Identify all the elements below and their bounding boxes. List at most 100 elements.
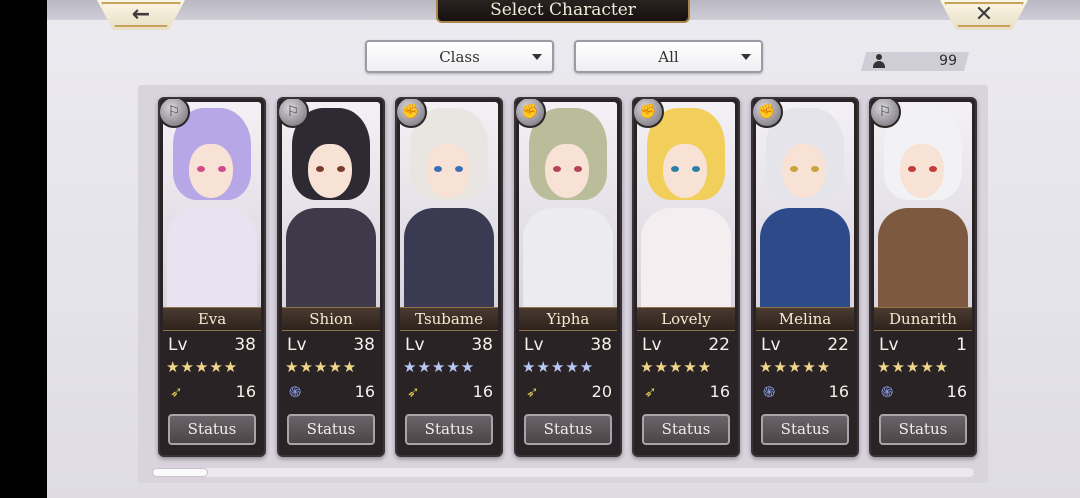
close-icon: ✕ <box>974 1 994 27</box>
status-button[interactable]: Status <box>642 414 730 445</box>
element-row: ֍ 16 <box>877 382 967 402</box>
character-select-screen: ← Select Character ✕ Class All 99 ⚐ Eva … <box>47 0 1080 498</box>
level-label: Lv <box>879 335 899 355</box>
level-value: 38 <box>590 335 612 355</box>
class-emblem-icon: ⚐ <box>160 99 190 128</box>
character-card[interactable]: ⚐ Dunarith Lv 1 ★★★★★ ֍ 16 Status <box>869 97 977 457</box>
portrait-eye <box>908 166 916 172</box>
wind-element-icon: ➶ <box>526 383 539 401</box>
element-value: 20 <box>591 382 612 401</box>
status-button[interactable]: Status <box>879 414 967 445</box>
character-card[interactable]: ✊ Melina Lv 22 ★★★★★ ֍ 16 Status <box>751 97 859 457</box>
back-button[interactable]: ← <box>97 0 185 30</box>
star-rating: ★★★★★ <box>640 358 713 376</box>
element-value: 16 <box>828 382 849 401</box>
level-value: 38 <box>471 335 493 355</box>
close-button[interactable]: ✕ <box>940 0 1028 30</box>
level-row: Lv 1 <box>879 335 967 357</box>
portrait-eye <box>929 166 937 172</box>
wind-element-icon: ➶ <box>407 383 420 401</box>
element-value: 16 <box>354 382 375 401</box>
character-portrait[interactable] <box>400 102 498 308</box>
star-rating: ★★★★★ <box>877 358 950 376</box>
element-value: 16 <box>709 382 730 401</box>
character-portrait[interactable] <box>874 102 972 308</box>
star-rating: ★★★★★ <box>403 358 476 376</box>
portrait-face <box>545 144 589 198</box>
element-row: ➶ 20 <box>522 382 612 402</box>
portrait-body <box>523 208 613 308</box>
portrait-body <box>641 208 731 308</box>
class-filter-dropdown[interactable]: Class <box>365 40 554 73</box>
status-button[interactable]: Status <box>761 414 849 445</box>
all-filter-dropdown[interactable]: All <box>574 40 763 73</box>
element-row: ֍ 16 <box>285 382 375 402</box>
portrait-eye <box>790 166 798 172</box>
character-portrait[interactable] <box>519 102 617 308</box>
star-rating: ★★★★★ <box>285 358 358 376</box>
portrait-body <box>760 208 850 308</box>
status-button[interactable]: Status <box>287 414 375 445</box>
portrait-eye <box>553 166 561 172</box>
scrollbar-thumb[interactable] <box>152 468 208 477</box>
chevron-down-icon <box>532 54 542 60</box>
character-card[interactable]: ✊ Tsubame Lv 38 ★★★★★ ➶ 16 Status <box>395 97 503 457</box>
character-name: Tsubame <box>400 307 498 331</box>
page-title: Select Character <box>436 0 690 23</box>
character-name: Shion <box>282 307 380 331</box>
element-row: ➶ 16 <box>166 382 256 402</box>
character-name: Yipha <box>519 307 617 331</box>
swirl-element-icon: ֍ <box>763 383 776 401</box>
portrait-face <box>663 144 707 198</box>
portrait-face <box>308 144 352 198</box>
level-row: Lv 22 <box>642 335 730 357</box>
portrait-body <box>167 208 257 308</box>
star-rating: ★★★★★ <box>166 358 239 376</box>
portrait-face <box>426 144 470 198</box>
character-portrait[interactable] <box>637 102 735 308</box>
element-row: ➶ 16 <box>403 382 493 402</box>
level-label: Lv <box>168 335 188 355</box>
roster-count-value: 99 <box>939 53 957 69</box>
class-filter-label: Class <box>439 47 480 66</box>
character-name: Dunarith <box>874 307 972 331</box>
level-row: Lv 38 <box>168 335 256 357</box>
portrait-body <box>878 208 968 308</box>
swirl-element-icon: ֍ <box>289 383 302 401</box>
portrait-eye <box>197 166 205 172</box>
class-emblem-icon: ✊ <box>634 99 664 128</box>
portrait-eye <box>337 166 345 172</box>
class-emblem-icon: ✊ <box>397 99 427 128</box>
star-rating: ★★★★★ <box>759 358 832 376</box>
element-row: ➶ 16 <box>640 382 730 402</box>
portrait-face <box>782 144 826 198</box>
level-value: 38 <box>353 335 375 355</box>
portrait-eye <box>671 166 679 172</box>
character-card[interactable]: ⚐ Eva Lv 38 ★★★★★ ➶ 16 Status <box>158 97 266 457</box>
portrait-eye <box>434 166 442 172</box>
wind-element-icon: ➶ <box>170 383 183 401</box>
character-card[interactable]: ⚐ Shion Lv 38 ★★★★★ ֍ 16 Status <box>277 97 385 457</box>
character-card[interactable]: ✊ Yipha Lv 38 ★★★★★ ➶ 20 Status <box>514 97 622 457</box>
level-label: Lv <box>642 335 662 355</box>
portrait-eye <box>574 166 582 172</box>
character-portrait[interactable] <box>163 102 261 308</box>
level-value: 38 <box>234 335 256 355</box>
status-button[interactable]: Status <box>524 414 612 445</box>
level-value: 22 <box>708 335 730 355</box>
element-value: 16 <box>946 382 967 401</box>
character-portrait[interactable] <box>756 102 854 308</box>
character-card[interactable]: ✊ Lovely Lv 22 ★★★★★ ➶ 16 Status <box>632 97 740 457</box>
level-label: Lv <box>761 335 781 355</box>
person-icon <box>873 54 885 68</box>
character-name: Eva <box>163 307 261 331</box>
level-label: Lv <box>287 335 307 355</box>
element-value: 16 <box>235 382 256 401</box>
status-button[interactable]: Status <box>168 414 256 445</box>
portrait-eye <box>692 166 700 172</box>
character-portrait[interactable] <box>282 102 380 308</box>
portrait-eye <box>811 166 819 172</box>
status-button[interactable]: Status <box>405 414 493 445</box>
horizontal-scrollbar[interactable] <box>152 468 974 477</box>
class-emblem-icon: ✊ <box>753 99 783 128</box>
